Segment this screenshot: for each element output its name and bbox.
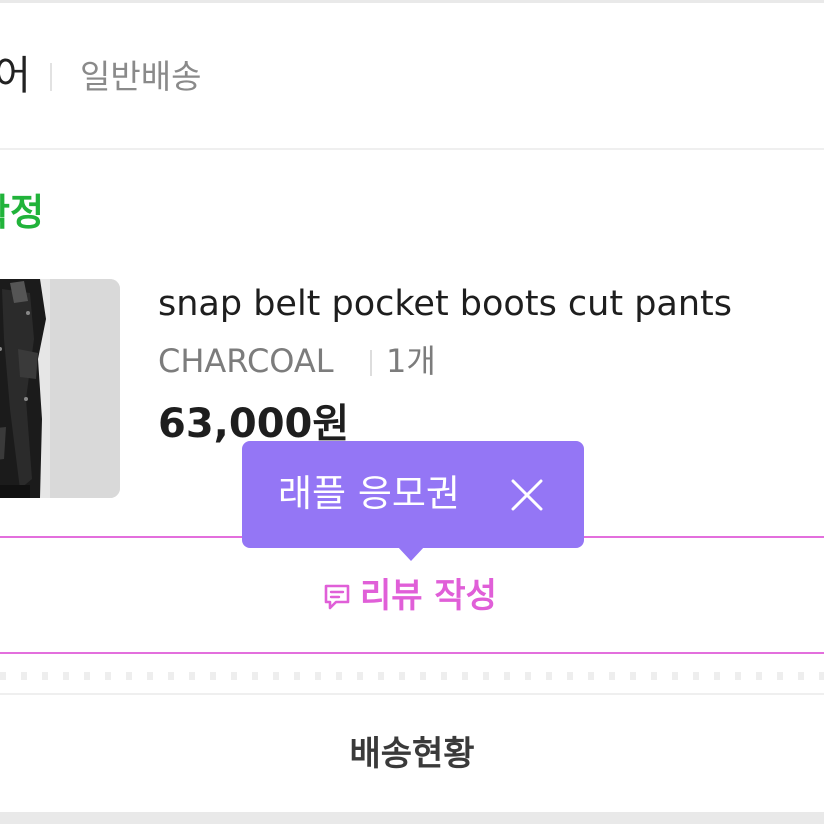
delivery-status-button[interactable]: 배송현황 <box>0 712 824 796</box>
product-thumbnail[interactable] <box>0 279 120 498</box>
write-review-content: 리뷰 작성 <box>322 576 497 616</box>
store-name[interactable]: 어 <box>0 51 31 101</box>
bottom-divider <box>0 812 824 824</box>
order-status: 확정 <box>0 191 45 234</box>
section-divider <box>0 148 824 150</box>
product-name[interactable]: snap belt pocket boots cut pants <box>158 282 732 326</box>
review-comment-icon <box>324 584 350 610</box>
delivery-status-label: 배송현황 <box>349 734 475 774</box>
shipping-type-label: 일반배송 <box>80 57 202 96</box>
dashed-divider <box>0 672 824 680</box>
close-icon[interactable] <box>507 475 547 515</box>
raffle-ticket-label: 래플 응모권 <box>278 472 460 515</box>
option-divider <box>370 350 372 376</box>
order-card: 어 일반배송 확정 snap belt pocket boots cut pan… <box>0 0 824 824</box>
order-header: 어 일반배송 <box>0 3 824 148</box>
product-quantity: 1개 <box>386 342 436 380</box>
product-photo <box>0 279 120 498</box>
write-review-label: 리뷰 작성 <box>360 576 497 616</box>
tooltip-pointer <box>397 546 425 561</box>
raffle-ticket-tooltip: 래플 응모권 <box>242 441 584 548</box>
section-divider-bottom <box>0 693 824 695</box>
product-option-color: CHARCOAL <box>158 342 334 380</box>
header-divider <box>50 63 52 91</box>
